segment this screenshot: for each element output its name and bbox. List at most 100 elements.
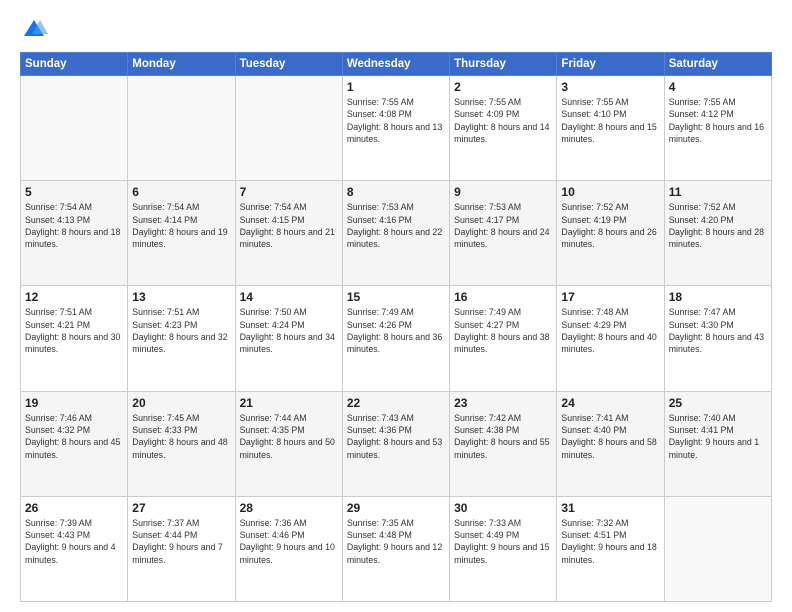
weekday-header-wednesday: Wednesday [342, 53, 449, 76]
day-info: Sunrise: 7:52 AM Sunset: 4:19 PM Dayligh… [561, 201, 659, 250]
day-info: Sunrise: 7:46 AM Sunset: 4:32 PM Dayligh… [25, 412, 123, 461]
calendar-cell-5-3: 28Sunrise: 7:36 AM Sunset: 4:46 PM Dayli… [235, 496, 342, 601]
day-number: 14 [240, 290, 338, 304]
day-info: Sunrise: 7:55 AM Sunset: 4:08 PM Dayligh… [347, 96, 445, 145]
day-number: 25 [669, 396, 767, 410]
day-number: 26 [25, 501, 123, 515]
day-info: Sunrise: 7:48 AM Sunset: 4:29 PM Dayligh… [561, 306, 659, 355]
day-number: 2 [454, 80, 552, 94]
calendar-cell-1-5: 2 Sunrise: 7:55 AM Sunset: 4:09 PM Daylig… [450, 76, 557, 181]
calendar-cell-3-5: 16 Sunrise: 7:49 AM Sunset: 4:27 PM Dayli… [450, 286, 557, 391]
day-info: Sunrise: 7:35 AM Sunset: 4:48 PM Dayligh… [347, 517, 445, 566]
calendar-cell-4-5: 23 Sunrise: 7:42 AM Sunset: 4:38 PM Dayli… [450, 391, 557, 496]
calendar-cell-4-2: 20 Sunrise: 7:45 AM Sunset: 4:33 PM Dayli… [128, 391, 235, 496]
calendar-cell-1-4: 1Sunrise: 7:55 AM Sunset: 4:08 PM Daylig… [342, 76, 449, 181]
day-number: 17 [561, 290, 659, 304]
calendar-cell-4-4: 22 Sunrise: 7:43 AM Sunset: 4:36 PM Dayli… [342, 391, 449, 496]
weekday-header-row: SundayMondayTuesdayWednesdayThursdayFrid… [21, 53, 772, 76]
week-row-5: 26 Sunrise: 7:39 AM Sunset: 4:43 PM Dayli… [21, 496, 772, 601]
day-number: 7 [240, 185, 338, 199]
day-info: Sunrise: 7:55 AM Sunset: 4:10 PM Dayligh… [561, 96, 659, 145]
day-info: Sunrise: 7:39 AM Sunset: 4:43 PM Dayligh… [25, 517, 123, 566]
calendar-cell-1-1 [21, 76, 128, 181]
day-info: Sunrise: 7:36 AM Sunset: 4:46 PM Dayligh… [240, 517, 338, 566]
day-number: 8 [347, 185, 445, 199]
calendar-cell-4-1: 19 Sunrise: 7:46 AM Sunset: 4:32 PM Dayli… [21, 391, 128, 496]
day-number: 19 [25, 396, 123, 410]
logo-icon [20, 16, 48, 44]
calendar-cell-5-6: 31Sunrise: 7:32 AM Sunset: 4:51 PM Dayli… [557, 496, 664, 601]
calendar: SundayMondayTuesdayWednesdayThursdayFrid… [20, 52, 772, 602]
day-number: 5 [25, 185, 123, 199]
day-info: Sunrise: 7:49 AM Sunset: 4:26 PM Dayligh… [347, 306, 445, 355]
week-row-4: 19 Sunrise: 7:46 AM Sunset: 4:32 PM Dayli… [21, 391, 772, 496]
day-info: Sunrise: 7:50 AM Sunset: 4:24 PM Dayligh… [240, 306, 338, 355]
calendar-cell-2-4: 8Sunrise: 7:53 AM Sunset: 4:16 PM Daylig… [342, 181, 449, 286]
calendar-cell-5-5: 30Sunrise: 7:33 AM Sunset: 4:49 PM Dayli… [450, 496, 557, 601]
day-info: Sunrise: 7:44 AM Sunset: 4:35 PM Dayligh… [240, 412, 338, 461]
calendar-cell-5-4: 29 Sunrise: 7:35 AM Sunset: 4:48 PM Dayli… [342, 496, 449, 601]
calendar-cell-2-6: 10Sunrise: 7:52 AM Sunset: 4:19 PM Dayli… [557, 181, 664, 286]
day-info: Sunrise: 7:42 AM Sunset: 4:38 PM Dayligh… [454, 412, 552, 461]
day-number: 6 [132, 185, 230, 199]
calendar-cell-3-1: 12Sunrise: 7:51 AM Sunset: 4:21 PM Dayli… [21, 286, 128, 391]
day-info: Sunrise: 7:52 AM Sunset: 4:20 PM Dayligh… [669, 201, 767, 250]
day-number: 13 [132, 290, 230, 304]
calendar-cell-5-1: 26 Sunrise: 7:39 AM Sunset: 4:43 PM Dayli… [21, 496, 128, 601]
calendar-cell-3-7: 18Sunrise: 7:47 AM Sunset: 4:30 PM Dayli… [664, 286, 771, 391]
weekday-header-sunday: Sunday [21, 53, 128, 76]
day-number: 15 [347, 290, 445, 304]
calendar-cell-3-2: 13 Sunrise: 7:51 AM Sunset: 4:23 PM Dayli… [128, 286, 235, 391]
day-number: 11 [669, 185, 767, 199]
day-info: Sunrise: 7:54 AM Sunset: 4:15 PM Dayligh… [240, 201, 338, 250]
day-number: 16 [454, 290, 552, 304]
page: SundayMondayTuesdayWednesdayThursdayFrid… [0, 0, 792, 612]
week-row-2: 5 Sunrise: 7:54 AM Sunset: 4:13 PM Daylig… [21, 181, 772, 286]
calendar-cell-3-4: 15 Sunrise: 7:49 AM Sunset: 4:26 PM Dayli… [342, 286, 449, 391]
calendar-cell-1-7: 4Sunrise: 7:55 AM Sunset: 4:12 PM Daylig… [664, 76, 771, 181]
calendar-cell-3-6: 17 Sunrise: 7:48 AM Sunset: 4:29 PM Dayli… [557, 286, 664, 391]
calendar-cell-2-5: 9Sunrise: 7:53 AM Sunset: 4:17 PM Daylig… [450, 181, 557, 286]
week-row-3: 12Sunrise: 7:51 AM Sunset: 4:21 PM Dayli… [21, 286, 772, 391]
day-info: Sunrise: 7:41 AM Sunset: 4:40 PM Dayligh… [561, 412, 659, 461]
calendar-cell-1-6: 3 Sunrise: 7:55 AM Sunset: 4:10 PM Daylig… [557, 76, 664, 181]
day-info: Sunrise: 7:55 AM Sunset: 4:09 PM Dayligh… [454, 96, 552, 145]
calendar-cell-4-7: 25 Sunrise: 7:40 AM Sunset: 4:41 PM Dayli… [664, 391, 771, 496]
weekday-header-tuesday: Tuesday [235, 53, 342, 76]
day-number: 29 [347, 501, 445, 515]
calendar-cell-2-3: 7 Sunrise: 7:54 AM Sunset: 4:15 PM Daylig… [235, 181, 342, 286]
day-number: 27 [132, 501, 230, 515]
day-number: 30 [454, 501, 552, 515]
calendar-cell-4-3: 21 Sunrise: 7:44 AM Sunset: 4:35 PM Dayli… [235, 391, 342, 496]
calendar-cell-3-3: 14 Sunrise: 7:50 AM Sunset: 4:24 PM Dayli… [235, 286, 342, 391]
day-number: 12 [25, 290, 123, 304]
calendar-cell-1-3 [235, 76, 342, 181]
calendar-cell-5-7 [664, 496, 771, 601]
day-info: Sunrise: 7:53 AM Sunset: 4:17 PM Dayligh… [454, 201, 552, 250]
day-number: 3 [561, 80, 659, 94]
day-number: 23 [454, 396, 552, 410]
day-info: Sunrise: 7:54 AM Sunset: 4:14 PM Dayligh… [132, 201, 230, 250]
logo [20, 16, 52, 44]
day-info: Sunrise: 7:43 AM Sunset: 4:36 PM Dayligh… [347, 412, 445, 461]
day-info: Sunrise: 7:51 AM Sunset: 4:23 PM Dayligh… [132, 306, 230, 355]
day-info: Sunrise: 7:40 AM Sunset: 4:41 PM Dayligh… [669, 412, 767, 461]
day-info: Sunrise: 7:45 AM Sunset: 4:33 PM Dayligh… [132, 412, 230, 461]
calendar-cell-2-1: 5 Sunrise: 7:54 AM Sunset: 4:13 PM Daylig… [21, 181, 128, 286]
weekday-header-monday: Monday [128, 53, 235, 76]
day-info: Sunrise: 7:49 AM Sunset: 4:27 PM Dayligh… [454, 306, 552, 355]
day-info: Sunrise: 7:55 AM Sunset: 4:12 PM Dayligh… [669, 96, 767, 145]
day-info: Sunrise: 7:54 AM Sunset: 4:13 PM Dayligh… [25, 201, 123, 250]
calendar-cell-5-2: 27 Sunrise: 7:37 AM Sunset: 4:44 PM Dayli… [128, 496, 235, 601]
day-number: 24 [561, 396, 659, 410]
day-number: 31 [561, 501, 659, 515]
header [20, 16, 772, 44]
day-number: 18 [669, 290, 767, 304]
weekday-header-friday: Friday [557, 53, 664, 76]
day-info: Sunrise: 7:37 AM Sunset: 4:44 PM Dayligh… [132, 517, 230, 566]
weekday-header-saturday: Saturday [664, 53, 771, 76]
day-number: 22 [347, 396, 445, 410]
day-number: 21 [240, 396, 338, 410]
calendar-cell-2-7: 11 Sunrise: 7:52 AM Sunset: 4:20 PM Dayli… [664, 181, 771, 286]
day-number: 20 [132, 396, 230, 410]
